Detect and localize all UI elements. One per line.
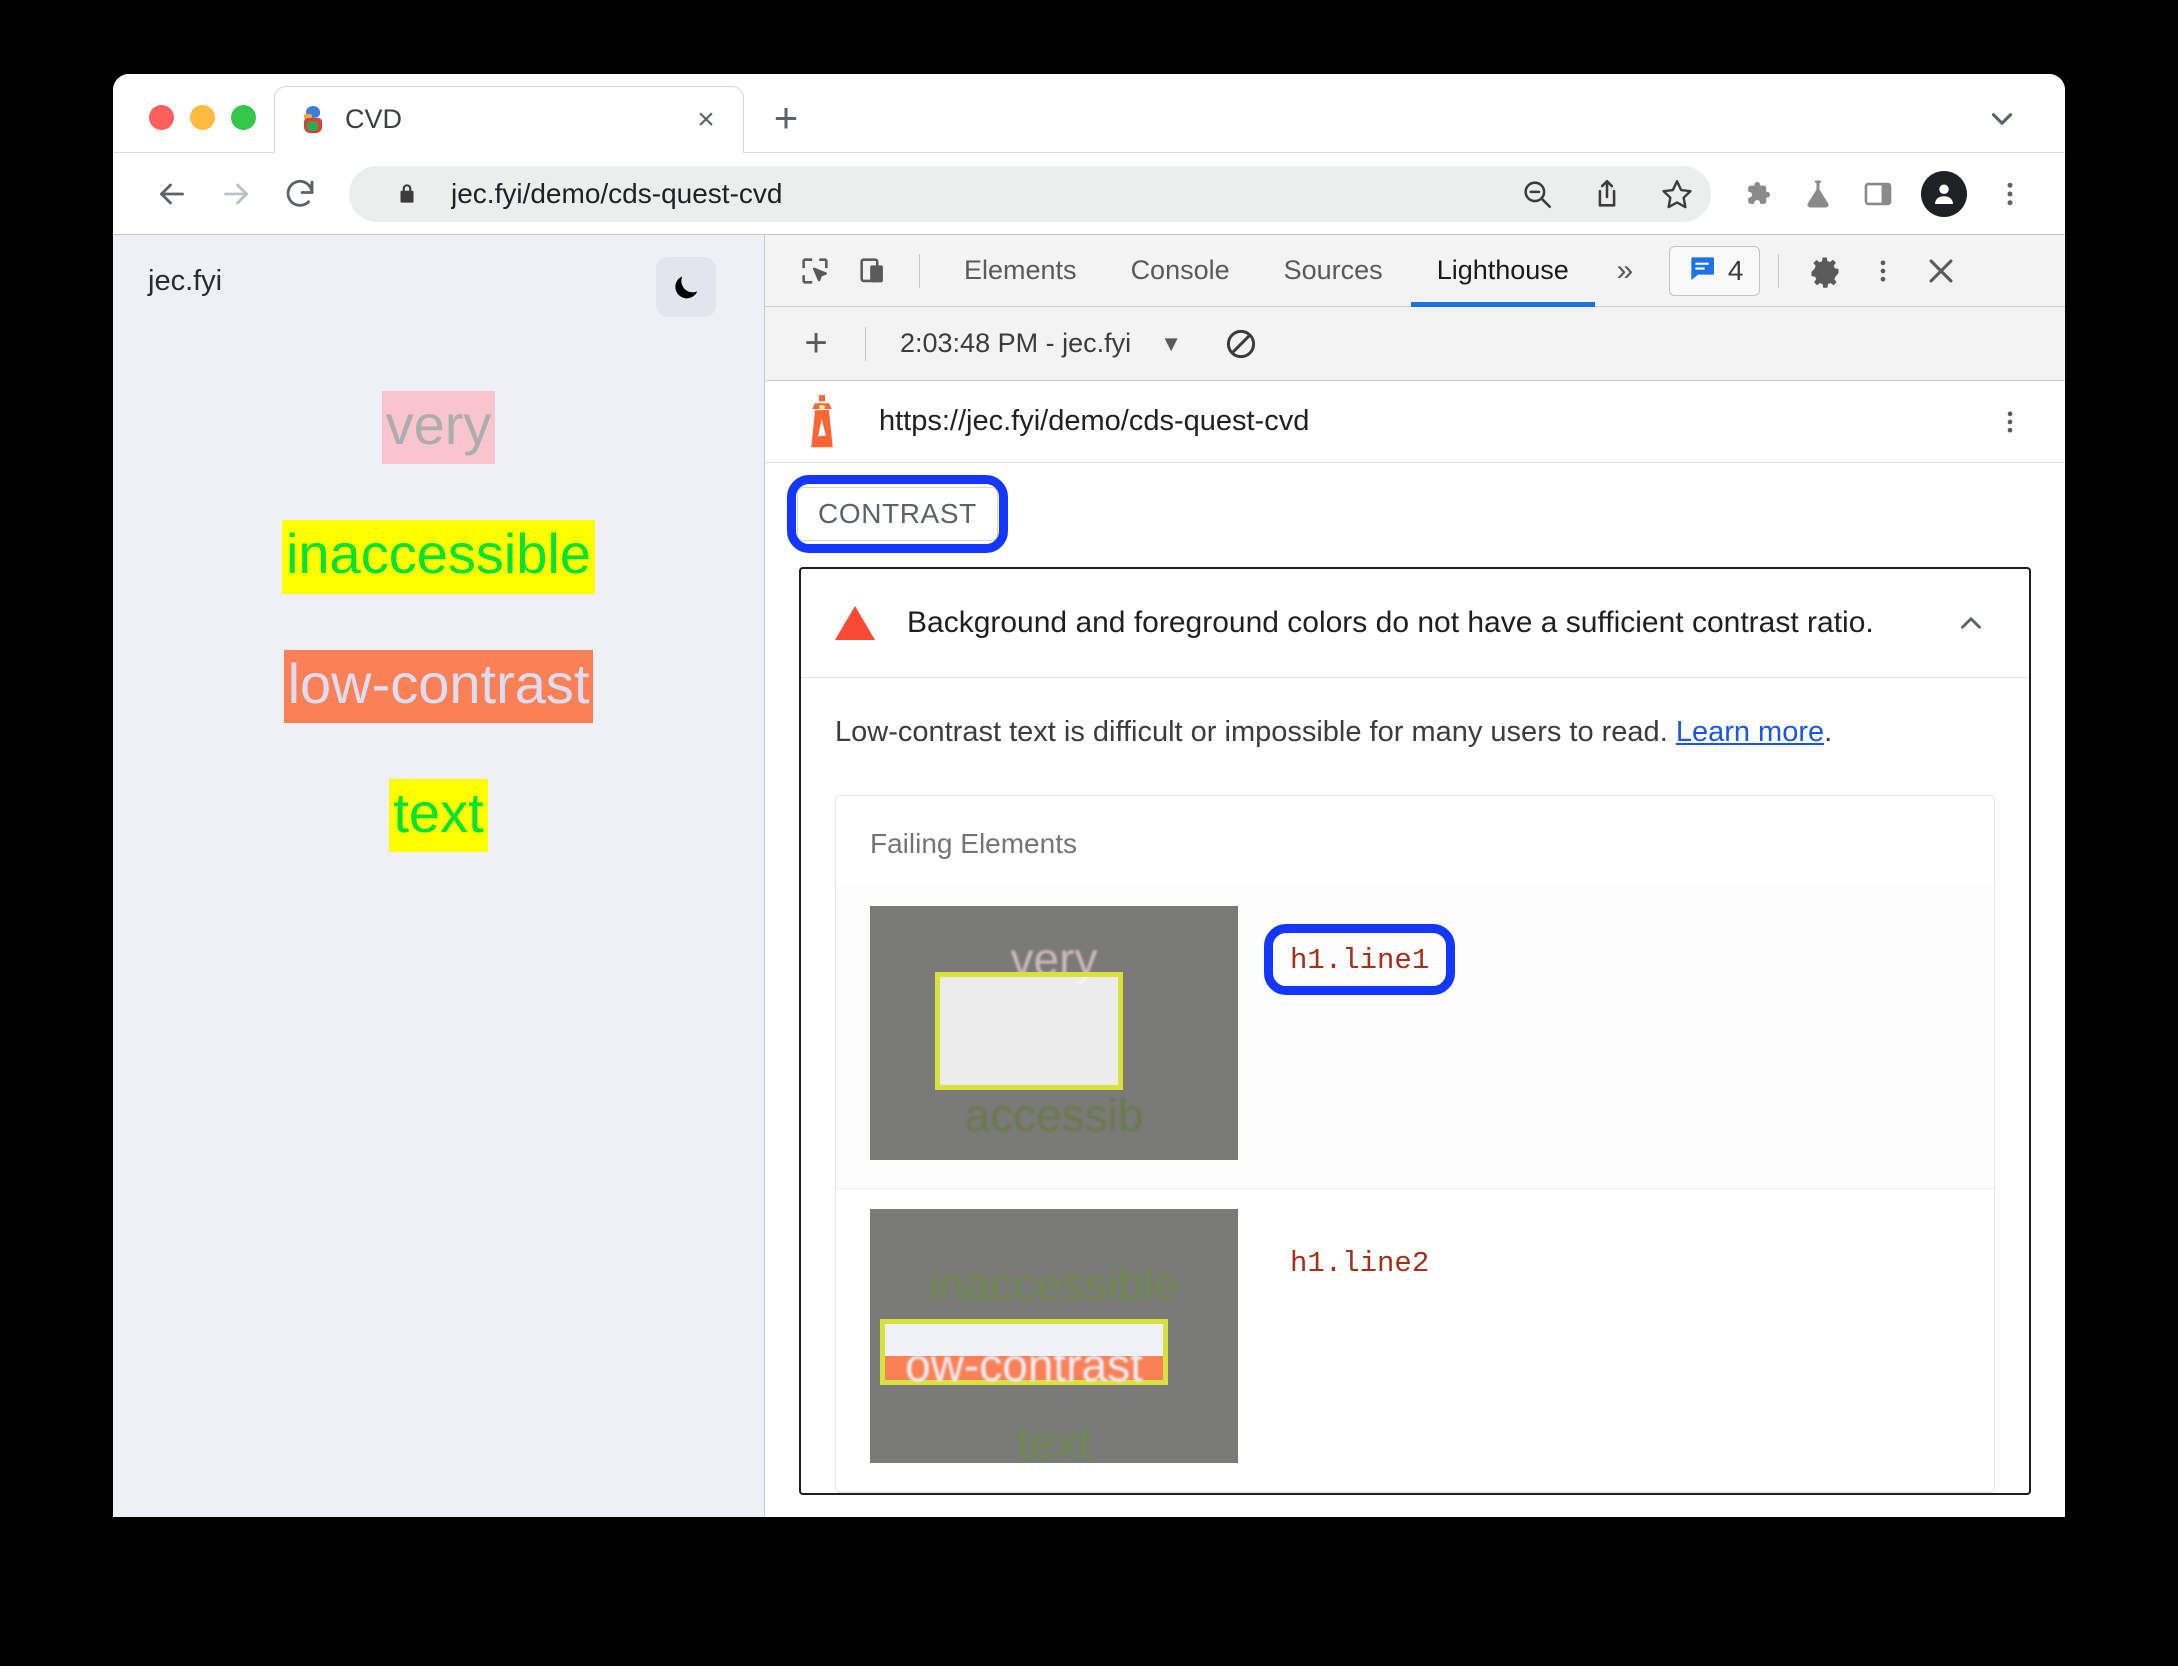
kebab-icon[interactable] (1855, 243, 1911, 299)
thumb-text-below: text (1016, 1415, 1092, 1463)
issues-badge[interactable]: 4 (1668, 245, 1761, 296)
lighthouse-toolbar: + 2:03:48 PM - jec.fyi ▼ (765, 307, 2065, 381)
page-line-very: very (381, 391, 496, 465)
reload-icon[interactable] (271, 165, 329, 223)
tab-strip: CVD × + (113, 74, 2065, 154)
maximize-window-button[interactable] (231, 105, 256, 130)
divider (919, 253, 920, 288)
tab-lighthouse[interactable]: Lighthouse (1410, 235, 1595, 307)
audit-header[interactable]: Background and foreground colors do not … (801, 569, 2029, 678)
parrot-favicon (299, 105, 327, 134)
audit-description-text: Low-contrast text is difficult or imposs… (835, 716, 1676, 748)
tab-sources[interactable]: Sources (1258, 235, 1409, 307)
star-icon[interactable] (1651, 168, 1703, 220)
lock-icon (381, 168, 433, 220)
failing-elements-box: Failing Elements very accessib h1.line1 (835, 794, 1995, 1493)
element-screenshot-thumbnail: very accessib (870, 905, 1238, 1160)
failing-selector-line1[interactable]: h1.line1 (1290, 944, 1429, 977)
devtools-tabbar: Elements Console Sources Lighthouse » 4 (765, 235, 2065, 307)
page-line-text: text (389, 779, 488, 853)
tab-close-icon[interactable]: × (687, 101, 725, 139)
warning-triangle-icon (835, 606, 875, 640)
divider (1778, 253, 1780, 288)
close-icon[interactable] (1913, 243, 1969, 299)
thumb-text-inside: ow-contrast (905, 1338, 1143, 1391)
browser-window: CVD × + jec.fyi/demo/cds-quest-cvd jec.f… (113, 74, 2065, 1517)
tab-console[interactable]: Console (1105, 235, 1256, 307)
chrome-menu-kebab-icon[interactable] (1983, 167, 2037, 221)
zoom-out-icon[interactable] (1511, 168, 1563, 220)
clear-blocked-icon[interactable] (1215, 318, 1267, 370)
report-url: https://jec.fyi/demo/cds-quest-cvd (879, 405, 1310, 437)
page-line-inaccessible: inaccessible (281, 520, 596, 594)
address-bar-url: jec.fyi/demo/cds-quest-cvd (451, 177, 783, 209)
kebab-icon[interactable] (1985, 397, 2035, 447)
minimize-window-button[interactable] (190, 105, 215, 130)
moon-icon[interactable] (656, 257, 716, 317)
avatar-icon[interactable] (1921, 170, 1967, 217)
chevron-up-icon[interactable] (1947, 599, 1995, 647)
element-screenshot-thumbnail: inaccessible ow-contrast text (870, 1208, 1238, 1463)
new-report-button[interactable]: + (787, 315, 845, 373)
share-icon[interactable] (1581, 168, 1633, 220)
page-brand: jec.fyi (148, 265, 223, 297)
device-toolbar-icon[interactable] (845, 243, 901, 299)
page-heading-lines: very inaccessible low-contrast text (113, 355, 764, 853)
page-line-low-contrast: low-contrast (283, 649, 594, 724)
selector-chip-wrapper: h1.line2 (1290, 1209, 1429, 1280)
issues-message-icon (1686, 252, 1718, 289)
lighthouse-report: https://jec.fyi/demo/cds-quest-cvd CONTR… (765, 381, 2065, 1517)
report-run-selector[interactable]: 2:03:48 PM - jec.fyi (900, 328, 1131, 359)
audit-title: Background and foreground colors do not … (907, 606, 1874, 639)
contrast-category-chip[interactable]: CONTRAST (797, 487, 998, 541)
inspect-element-icon[interactable] (787, 243, 843, 299)
content-area: jec.fyi very inaccessible low-contrast t… (113, 234, 2065, 1517)
audit-card: Background and foreground colors do not … (799, 567, 2031, 1495)
tab-elements[interactable]: Elements (938, 235, 1103, 307)
window-traffic-lights (113, 105, 274, 152)
browser-toolbar: jec.fyi/demo/cds-quest-cvd (113, 152, 2065, 234)
more-tabs-chevron-icon[interactable]: » (1597, 243, 1653, 299)
new-tab-button[interactable]: + (756, 88, 816, 148)
browser-tab-cvd[interactable]: CVD × (274, 86, 744, 154)
chevron-down-icon[interactable] (1979, 96, 2025, 142)
audit-description: Low-contrast text is difficult or imposs… (801, 678, 2029, 761)
page-viewport: jec.fyi very inaccessible low-contrast t… (113, 235, 765, 1517)
divider (865, 326, 866, 361)
element-highlight-box (935, 971, 1123, 1090)
table-row: inaccessible ow-contrast text h1.line2 (836, 1188, 1994, 1492)
chevron-down-icon[interactable]: ▼ (1149, 322, 1193, 366)
thumb-text-below: accessib (964, 1088, 1144, 1141)
close-window-button[interactable] (149, 105, 174, 130)
tab-title: CVD (345, 104, 403, 134)
failing-elements-title: Failing Elements (870, 827, 1077, 859)
forward-arrow-icon[interactable] (207, 165, 265, 223)
address-bar[interactable]: jec.fyi/demo/cds-quest-cvd (349, 165, 1711, 222)
report-header: https://jec.fyi/demo/cds-quest-cvd (765, 381, 2065, 463)
learn-more-link[interactable]: Learn more (1676, 716, 1824, 748)
element-highlight-box: ow-contrast (880, 1318, 1168, 1391)
side-panel-icon[interactable] (1851, 167, 1905, 221)
lighthouse-icon (799, 393, 845, 451)
failing-selector-line2[interactable]: h1.line2 (1290, 1247, 1429, 1280)
selector-chip-wrapper: h1.line1 (1264, 906, 1456, 995)
back-arrow-icon[interactable] (143, 165, 201, 223)
labs-flask-icon[interactable] (1791, 167, 1845, 221)
table-row: very accessib h1.line1 (836, 885, 1994, 1189)
extensions-puzzle-icon[interactable] (1731, 167, 1785, 221)
issues-count: 4 (1727, 254, 1744, 286)
audit-description-period: . (1824, 716, 1833, 748)
contrast-category-chip-wrapper: CONTRAST (787, 475, 1008, 553)
thumb-text-above: inaccessible (928, 1257, 1180, 1310)
gear-icon[interactable] (1797, 243, 1853, 299)
devtools-panel: Elements Console Sources Lighthouse » 4 (765, 235, 2065, 1517)
